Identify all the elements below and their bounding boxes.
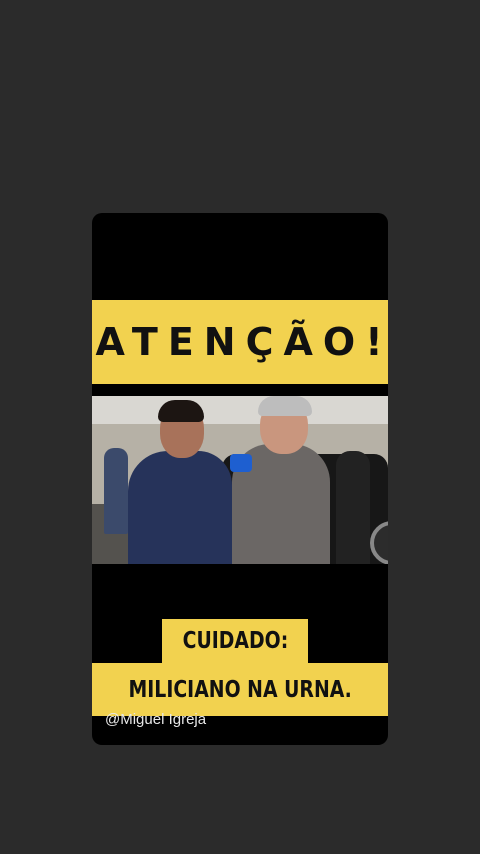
caption-line-1: CUIDADO: (182, 628, 288, 654)
caption-line-1-box: CUIDADO: (162, 619, 308, 663)
caption-line-2-box: MILICIANO NA URNA. (92, 663, 388, 716)
attention-title: ATENÇÃO! (95, 320, 388, 364)
video-ceiling (92, 396, 388, 424)
story-card[interactable]: ATENÇÃO! CUIDADO: MILICIANO NA URNA. @Mi… (92, 213, 388, 745)
caption-line-2: MILICIANO NA URNA. (128, 676, 352, 703)
video-background-person (104, 448, 128, 534)
microphone-icon (230, 454, 252, 472)
video-man-suit-body (128, 451, 232, 564)
attention-banner: ATENÇÃO! (92, 300, 388, 384)
creator-handle: @Miguel Igreja (105, 711, 207, 728)
video-frame[interactable] (92, 396, 388, 564)
video-reporter-hair (258, 396, 312, 416)
video-background-person-right (336, 451, 370, 564)
video-man-suit-hair (158, 400, 204, 422)
